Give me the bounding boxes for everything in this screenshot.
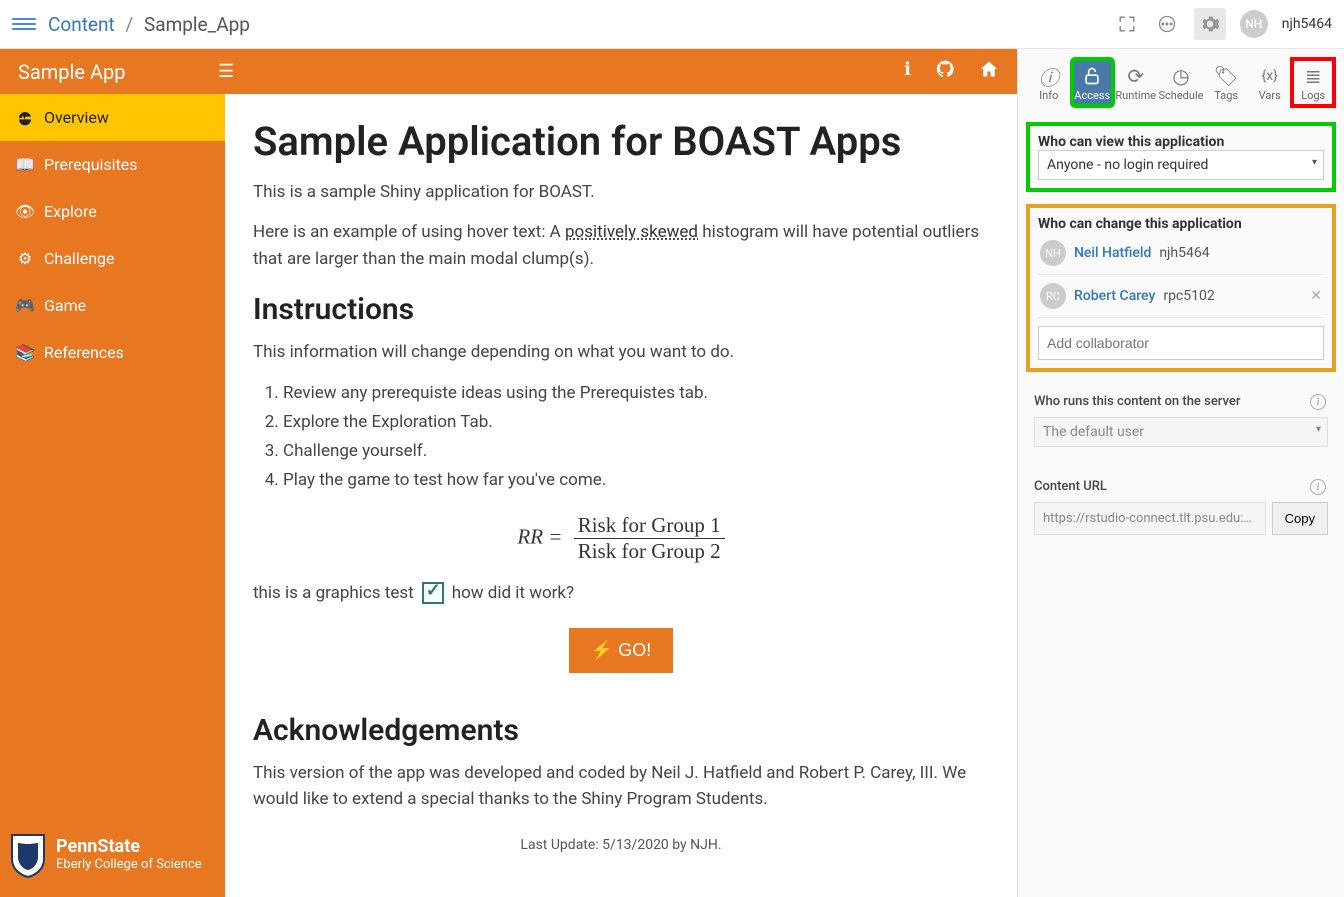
fullscreen-icon[interactable] xyxy=(1114,11,1140,37)
content-url-input[interactable]: https://rstudio-connect.tlt.psu.edu:3939… xyxy=(1034,502,1266,535)
sidebar-item-overview[interactable]: Overview xyxy=(0,94,225,141)
collaborator-row: RC Robert Carey rpc5102 ✕ xyxy=(1038,275,1324,318)
content-main: Sample Application for BOAST Apps This i… xyxy=(225,94,1017,897)
sidebar-item-label: References xyxy=(44,343,124,362)
tab-info[interactable]: ⓘInfo xyxy=(1028,59,1070,106)
breadcrumb-current: Sample_App xyxy=(144,13,250,36)
book-icon: 📖 xyxy=(16,155,34,174)
vars-icon: {x} xyxy=(1249,63,1291,89)
collab-name[interactable]: Neil Hatfield xyxy=(1074,245,1151,261)
sidebar-item-label: Overview xyxy=(44,108,109,127)
collab-username: rpc5102 xyxy=(1163,288,1214,304)
view-access-section: Who can view this application Anyone - n… xyxy=(1026,122,1336,192)
sidebar-item-references[interactable]: 📚 References xyxy=(0,329,225,376)
sidebar-footer: PennState Eberly College of Science xyxy=(0,821,225,897)
hover-text-link[interactable]: positively skewed xyxy=(565,222,698,242)
tab-logs[interactable]: ≣Logs xyxy=(1292,59,1334,106)
go-button[interactable]: GO! xyxy=(569,628,673,673)
cogs-icon: ⚙ xyxy=(16,249,34,268)
user-avatar[interactable]: NH xyxy=(1240,10,1268,38)
instructions-intro: This information will change depending o… xyxy=(253,339,989,365)
instructions-heading: Instructions xyxy=(253,292,989,327)
sidebar-item-explore[interactable]: 👁 Explore xyxy=(0,188,225,235)
view-access-select[interactable]: Anyone - no login required xyxy=(1038,150,1324,180)
sidebar-item-game[interactable]: 🎮 Game xyxy=(0,282,225,329)
settings-icon[interactable] xyxy=(1194,8,1226,40)
view-access-title: Who can view this application xyxy=(1038,134,1324,150)
add-collaborator-input[interactable] xyxy=(1038,326,1324,360)
instructions-list: Review any prerequiste ideas using the P… xyxy=(283,379,989,495)
panel-tabs: ⓘInfo Access ⟳Runtime ◷Schedule 🏷Tags {x… xyxy=(1024,59,1338,114)
info-tooltip-icon[interactable]: i xyxy=(1310,479,1326,495)
copy-url-button[interactable]: Copy xyxy=(1272,502,1328,535)
unlock-icon xyxy=(1072,63,1114,89)
schedule-icon: ◷ xyxy=(1159,63,1204,89)
tab-schedule[interactable]: ◷Schedule xyxy=(1159,59,1204,106)
collaborator-row: NH Neil Hatfield njh5464 xyxy=(1038,232,1324,275)
acknowledgements-heading: Acknowledgements xyxy=(253,713,989,748)
tab-tags[interactable]: 🏷Tags xyxy=(1205,59,1247,106)
tags-icon: 🏷 xyxy=(1205,63,1247,89)
list-item: Play the game to test how far you've com… xyxy=(283,466,989,495)
hover-example-paragraph: Here is an example of using hover text: … xyxy=(253,219,989,272)
sidebar-item-label: Challenge xyxy=(44,249,115,268)
graphics-test-label-b: how did it work? xyxy=(452,583,574,603)
intro-paragraph: This is a sample Shiny application for B… xyxy=(253,179,989,205)
tab-vars[interactable]: {x}Vars xyxy=(1249,59,1291,106)
sidebar-item-label: Prerequisites xyxy=(44,155,138,174)
runs-section: i Who runs this content on the server Th… xyxy=(1028,384,1334,457)
runs-select[interactable]: The default user xyxy=(1034,417,1328,447)
breadcrumb-root[interactable]: Content xyxy=(48,13,115,36)
runtime-icon: ⟳ xyxy=(1115,63,1157,89)
bookmark-icon: 📚 xyxy=(16,343,34,362)
tab-runtime[interactable]: ⟳Runtime xyxy=(1115,59,1157,106)
collab-username: njh5464 xyxy=(1159,245,1209,261)
graphics-test-label-a: this is a graphics test xyxy=(253,583,414,603)
last-update-label: Last Update: 5/13/2020 by NJH. xyxy=(253,837,989,853)
acknowledgements-paragraph: This version of the app was developed an… xyxy=(253,760,989,813)
username-label: njh5464 xyxy=(1282,16,1332,32)
collab-avatar: RC xyxy=(1040,283,1066,309)
sidebar-item-label: Game xyxy=(44,296,86,315)
formula-display: RR = Risk for Group 1 Risk for Group 2 xyxy=(253,513,989,564)
sidebar-item-prerequisites[interactable]: 📖 Prerequisites xyxy=(0,141,225,188)
breadcrumb: Content / Sample_App xyxy=(48,13,250,36)
app-title: Sample App xyxy=(18,60,218,84)
collab-avatar: NH xyxy=(1040,240,1066,266)
settings-panel: ⓘInfo Access ⟳Runtime ◷Schedule 🏷Tags {x… xyxy=(1017,49,1344,897)
url-title: Content URL xyxy=(1034,479,1328,494)
info-circle-icon: ⓘ xyxy=(1028,63,1070,89)
annotation-star-icon: ★ xyxy=(1017,619,1019,671)
footer-brand: PennState xyxy=(56,837,202,858)
info-icon[interactable]: ℹ xyxy=(904,59,911,84)
github-icon[interactable] xyxy=(935,59,955,84)
nav-toggle-icon[interactable] xyxy=(12,12,36,36)
sidebar: Overview 📖 Prerequisites 👁 Explore ⚙ Cha… xyxy=(0,94,225,897)
dashboard-icon xyxy=(16,110,34,126)
remove-collab-icon[interactable]: ✕ xyxy=(1310,288,1322,304)
footer-subbrand: Eberly College of Science xyxy=(56,858,202,873)
home-icon[interactable] xyxy=(979,59,999,84)
runs-title: Who runs this content on the server xyxy=(1034,394,1328,409)
gamepad-icon: 🎮 xyxy=(16,296,34,315)
sidebar-item-challenge[interactable]: ⚙ Challenge xyxy=(0,235,225,282)
list-item: Challenge yourself. xyxy=(283,437,989,466)
url-section: i Content URL https://rstudio-connect.tl… xyxy=(1028,469,1334,545)
logs-icon: ≣ xyxy=(1292,63,1334,89)
page-h1: Sample Application for BOAST Apps xyxy=(253,118,989,165)
list-item: Review any prerequiste ideas using the P… xyxy=(283,379,989,408)
change-access-title: Who can change this application xyxy=(1038,216,1324,232)
checkbox-graphic-icon xyxy=(422,582,444,604)
list-item: Explore the Exploration Tab. xyxy=(283,408,989,437)
tab-access[interactable]: Access xyxy=(1072,59,1114,106)
sidebar-item-label: Explore xyxy=(44,202,97,221)
info-tooltip-icon[interactable]: i xyxy=(1310,394,1326,410)
pennstate-shield-icon xyxy=(8,831,48,879)
eye-icon: 👁 xyxy=(16,202,34,221)
collab-name[interactable]: Robert Carey xyxy=(1074,288,1155,304)
change-access-section: Who can change this application NH Neil … xyxy=(1026,204,1336,372)
more-icon[interactable] xyxy=(1154,11,1180,37)
sidebar-toggle-icon[interactable]: ☰ xyxy=(218,61,234,82)
